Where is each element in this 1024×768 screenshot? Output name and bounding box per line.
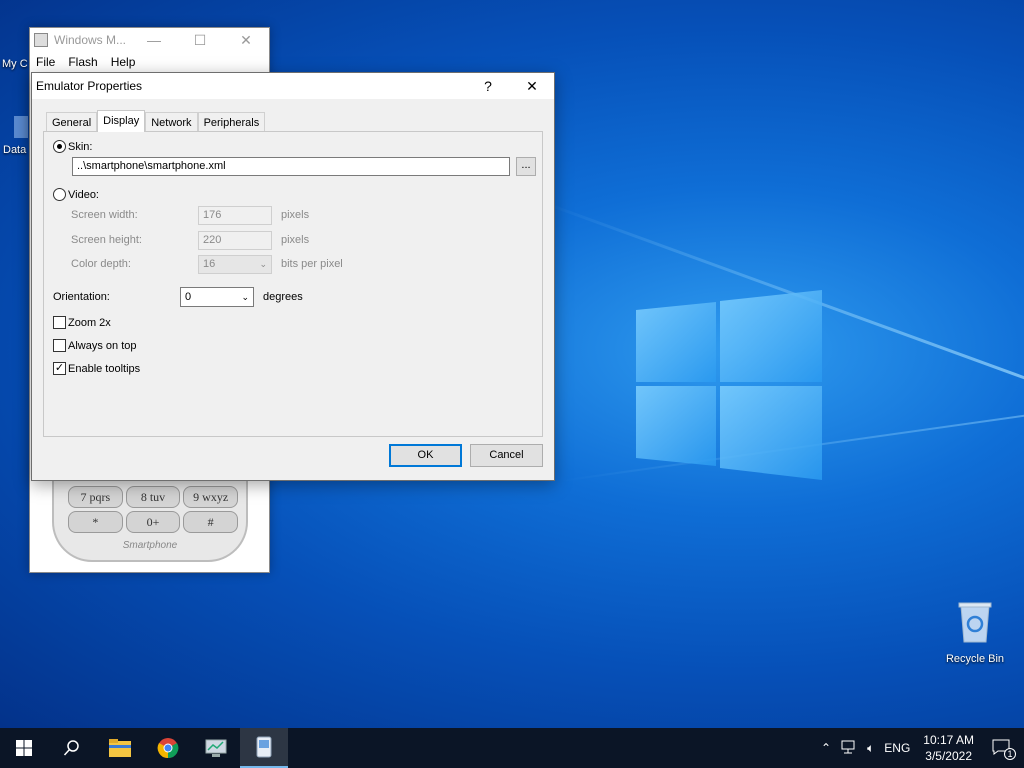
chrome-icon	[157, 738, 179, 759]
search-button[interactable]	[48, 728, 96, 768]
close-button[interactable]: ✕	[510, 78, 554, 95]
screen-height-field: 220	[198, 231, 272, 250]
emulator-properties-dialog: Emulator Properties ? ✕ General Display …	[31, 72, 555, 481]
key-7[interactable]: 7 pqrs	[68, 486, 123, 508]
color-depth-value: 16	[203, 258, 216, 270]
taskbar-file-explorer[interactable]	[96, 728, 144, 768]
key-hash[interactable]: #	[183, 511, 238, 533]
network-icon[interactable]	[841, 740, 857, 757]
clock-date: 3/5/2022	[925, 749, 972, 763]
dialog-title: Emulator Properties	[36, 79, 143, 93]
browse-button[interactable]: ...	[516, 157, 536, 176]
system-tray: ⌃ 🔈︎ ENG 10:17 AM 3/5/2022 1	[816, 728, 1024, 768]
desktop-icon-recycle-bin[interactable]: Recycle Bin	[940, 600, 1010, 665]
windows-logo-wallpaper	[636, 290, 822, 480]
shortcut-icon	[14, 116, 28, 138]
key-0[interactable]: 0+	[125, 511, 181, 533]
checkbox[interactable]: ✓	[53, 362, 66, 375]
folder-icon	[109, 739, 131, 757]
ok-button[interactable]: OK	[389, 444, 462, 467]
skin-radio[interactable]: Skin:	[53, 140, 92, 153]
display-panel: Skin: ..\smartphone\smartphone.xml ... V…	[43, 131, 543, 437]
pixels-unit-label: pixels	[281, 234, 310, 246]
wm-titlebar[interactable]: Windows M... — ☐ ✕	[30, 28, 269, 52]
notification-button[interactable]: 1	[992, 739, 1016, 760]
taskbar-device-manager[interactable]	[192, 728, 240, 768]
taskbar: ⌃ 🔈︎ ENG 10:17 AM 3/5/2022 1	[0, 728, 1024, 768]
clock-time: 10:17 AM	[923, 733, 974, 747]
screen-width-label: Screen width:	[71, 209, 138, 221]
chevron-up-icon[interactable]: ⌃	[821, 741, 831, 755]
checkbox[interactable]	[53, 339, 66, 352]
checkbox-label: Always on top	[68, 339, 137, 352]
screen-height-label: Screen height:	[71, 234, 142, 246]
chevron-down-icon: ⌄	[241, 292, 249, 302]
emulator-icon	[256, 736, 272, 758]
tab-network[interactable]: Network	[145, 112, 198, 132]
desktop-icon-data[interactable]: Data	[3, 116, 28, 156]
menu-help[interactable]: Help	[111, 55, 136, 69]
enable-tooltips-checkbox[interactable]: ✓ Enable tooltips	[53, 362, 140, 375]
always-on-top-checkbox[interactable]: Always on top	[53, 339, 136, 352]
orientation-select[interactable]: 0 ⌄	[180, 287, 254, 307]
maximize-button[interactable]: ☐	[177, 32, 223, 49]
desktop-icon-label: My C	[2, 58, 28, 70]
radio-button[interactable]	[53, 188, 66, 201]
close-button[interactable]: ✕	[223, 32, 269, 49]
tab-strip: General Display Network Peripherals	[46, 110, 266, 132]
wm-menubar: File Flash Help	[30, 52, 269, 72]
checkbox[interactable]	[53, 316, 66, 329]
volume-icon[interactable]: 🔈︎	[867, 741, 874, 756]
wm-title: Windows M...	[54, 33, 127, 47]
video-radio[interactable]: Video:	[53, 188, 99, 201]
monitor-icon	[205, 739, 227, 757]
cancel-button[interactable]: Cancel	[470, 444, 543, 467]
windows-start-icon	[16, 740, 32, 756]
skin-path-input[interactable]: ..\smartphone\smartphone.xml	[72, 157, 510, 176]
menu-file[interactable]: File	[36, 55, 55, 69]
key-9[interactable]: 9 wxyz	[183, 486, 238, 508]
key-8[interactable]: 8 tuv	[125, 486, 181, 508]
tab-display[interactable]: Display	[97, 110, 146, 132]
checkbox-label: Enable tooltips	[68, 362, 141, 375]
desktop-icon-label: Data	[3, 144, 27, 156]
degrees-unit-label: degrees	[263, 291, 303, 303]
recycle-bin-icon	[958, 602, 992, 643]
tab-peripherals[interactable]: Peripherals	[197, 112, 266, 132]
language-indicator[interactable]: ENG	[884, 741, 910, 755]
color-depth-select: 16 ⌄	[198, 255, 272, 274]
taskbar-emulator[interactable]	[240, 728, 288, 768]
skin-label: Skin:	[68, 140, 93, 153]
emulator-app-icon	[34, 33, 48, 47]
chevron-down-icon: ⌄	[259, 259, 267, 269]
bpp-unit-label: bits per pixel	[281, 258, 343, 270]
dialog-titlebar[interactable]: Emulator Properties ? ✕	[32, 73, 554, 99]
phone-skin: 7 pqrs 8 tuv 9 wxyz * 0+ # Smartphone	[52, 480, 248, 562]
desktop-icon-computer[interactable]: My C	[2, 58, 28, 70]
pixels-unit-label: pixels	[281, 209, 310, 221]
search-icon	[63, 740, 79, 756]
color-depth-label: Color depth:	[71, 258, 131, 270]
radio-button[interactable]	[53, 140, 66, 153]
tab-general[interactable]: General	[46, 112, 98, 132]
screen-width-field: 176	[198, 206, 272, 225]
recycle-bin-label: Recycle Bin	[945, 653, 1005, 665]
help-button[interactable]: ?	[466, 78, 510, 94]
key-star[interactable]: *	[68, 511, 123, 533]
orientation-value: 0	[185, 291, 192, 303]
video-label: Video:	[68, 188, 99, 201]
taskbar-chrome[interactable]	[144, 728, 192, 768]
clock[interactable]: 10:17 AM 3/5/2022	[923, 732, 974, 764]
phone-brand: Smartphone	[122, 540, 178, 551]
minimize-button[interactable]: —	[131, 32, 177, 49]
zoom-2x-checkbox[interactable]: Zoom 2x	[53, 316, 111, 329]
checkbox-label: Zoom 2x	[68, 316, 111, 329]
orientation-label: Orientation:	[53, 291, 110, 303]
menu-flash[interactable]: Flash	[68, 55, 97, 69]
notification-count: 1	[1004, 747, 1016, 760]
start-button[interactable]	[0, 728, 48, 768]
